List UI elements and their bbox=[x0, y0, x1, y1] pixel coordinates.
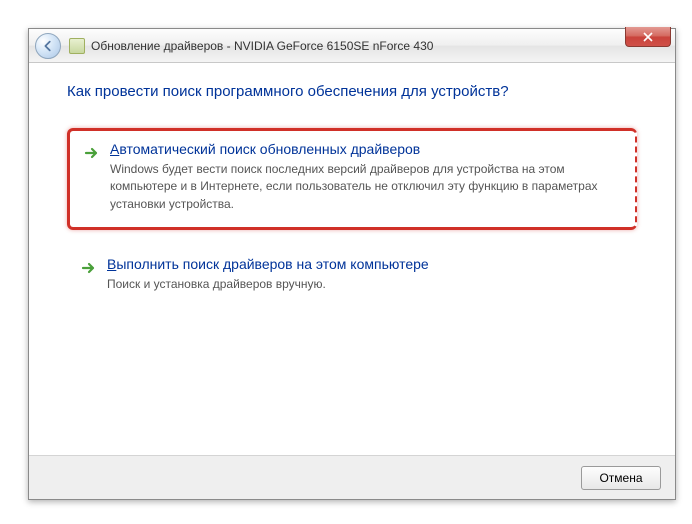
driver-update-window: Обновление драйверов - NVIDIA GeForce 61… bbox=[28, 28, 676, 500]
back-button[interactable] bbox=[35, 33, 61, 59]
arrow-icon bbox=[81, 260, 97, 276]
page-heading: Как провести поиск программного обеспече… bbox=[67, 83, 637, 100]
option-description: Windows будет вести поиск последних верс… bbox=[110, 161, 619, 213]
arrow-icon bbox=[84, 145, 100, 161]
titlebar: Обновление драйверов - NVIDIA GeForce 61… bbox=[29, 29, 675, 63]
footer: Отмена bbox=[29, 455, 675, 499]
window-icon bbox=[69, 38, 85, 54]
option-description: Поиск и установка драйверов вручную. bbox=[107, 276, 621, 293]
option-title: Выполнить поиск драйверов на этом компью… bbox=[107, 256, 621, 272]
back-arrow-icon bbox=[41, 39, 55, 53]
cancel-button[interactable]: Отмена bbox=[581, 466, 661, 490]
option-manual-search[interactable]: Выполнить поиск драйверов на этом компью… bbox=[67, 246, 637, 307]
close-icon bbox=[643, 32, 653, 42]
option-auto-search[interactable]: Автоматический поиск обновленных драйвер… bbox=[67, 128, 637, 230]
window-title: Обновление драйверов - NVIDIA GeForce 61… bbox=[91, 39, 669, 53]
close-button[interactable] bbox=[625, 27, 671, 47]
option-title: Автоматический поиск обновленных драйвер… bbox=[110, 141, 619, 157]
content-area: Как провести поиск программного обеспече… bbox=[29, 63, 675, 308]
